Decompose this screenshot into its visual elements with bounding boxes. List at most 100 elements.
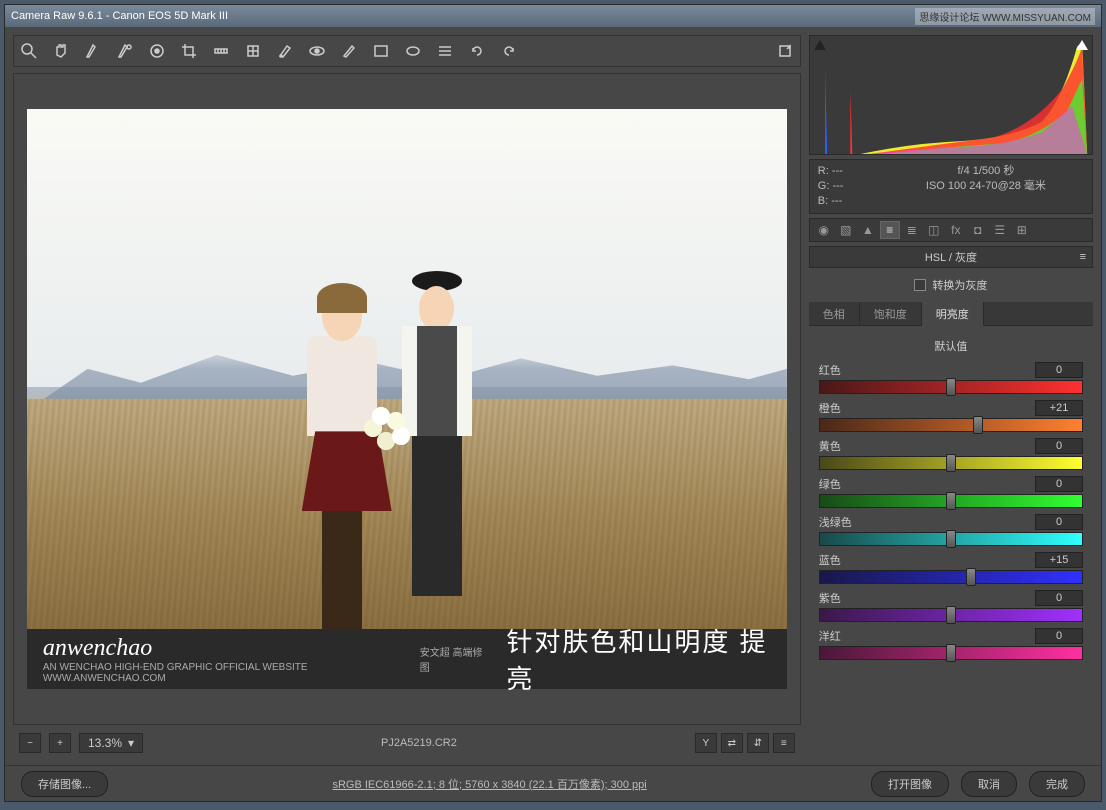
tab-hsl-icon[interactable]: ≡ <box>880 221 900 239</box>
tab-curve-icon[interactable]: ▧ <box>836 221 856 239</box>
slider-label-blue: 蓝色 <box>819 552 841 568</box>
tab-presets-icon[interactable]: ☰ <box>990 221 1010 239</box>
slider-row-yellow: 黄色0 <box>819 438 1083 470</box>
photo-footer: anwenchao AN WENCHAO HIGH-END GRAPHIC OF… <box>27 629 787 689</box>
photo-caption: 针对肤色和山明度 提亮 <box>506 622 771 696</box>
slider-thumb-red[interactable] <box>946 378 956 396</box>
zoom-level-dropdown[interactable]: 13.3% ▾ <box>79 733 143 753</box>
photo-logo: anwenchao <box>43 635 400 662</box>
crop-tool-icon[interactable] <box>180 42 198 60</box>
preview-toggle-button[interactable]: Y <box>695 733 717 753</box>
zoom-out-button[interactable]: − <box>19 733 41 753</box>
highlight-clipping-icon[interactable] <box>1076 40 1088 50</box>
slider-value-yellow[interactable]: 0 <box>1035 438 1083 454</box>
slider-value-magenta[interactable]: 0 <box>1035 628 1083 644</box>
zoom-tool-icon[interactable] <box>20 42 38 60</box>
watermark: 思缘设计论坛 WWW.MISSYUAN.COM <box>915 8 1095 25</box>
slider-value-green[interactable]: 0 <box>1035 476 1083 492</box>
filename: PJ2A5219.CR2 <box>381 737 457 749</box>
red-eye-tool-icon[interactable] <box>308 42 326 60</box>
slider-thumb-blue[interactable] <box>966 568 976 586</box>
grayscale-checkbox[interactable] <box>914 279 926 291</box>
slider-row-magenta: 洋红0 <box>819 628 1083 660</box>
slider-track-yellow[interactable] <box>819 456 1083 470</box>
slider-track-orange[interactable] <box>819 418 1083 432</box>
panel-header: HSL / 灰度 ≡ <box>809 246 1093 268</box>
slider-track-red[interactable] <box>819 380 1083 394</box>
slider-value-orange[interactable]: +21 <box>1035 400 1083 416</box>
shadow-clipping-icon[interactable] <box>814 40 826 50</box>
targeted-adjustment-tool-icon[interactable] <box>148 42 166 60</box>
adjustment-brush-tool-icon[interactable] <box>340 42 358 60</box>
b-value: B: --- <box>818 194 888 209</box>
hand-tool-icon[interactable] <box>52 42 70 60</box>
photo-logo-cn: 安文超 高端修图 <box>420 644 487 674</box>
sub-tab-hue[interactable]: 色相 <box>809 302 860 325</box>
slider-value-purple[interactable]: 0 <box>1035 590 1083 606</box>
slider-track-aqua[interactable] <box>819 532 1083 546</box>
window-title: Camera Raw 9.6.1 - Canon EOS 5D Mark III <box>11 10 228 22</box>
rotate-left-icon[interactable] <box>468 42 486 60</box>
slider-thumb-purple[interactable] <box>946 606 956 624</box>
preferences-icon[interactable] <box>436 42 454 60</box>
exif-aperture: f/4 1/500 秒 <box>888 164 1084 179</box>
slider-track-green[interactable] <box>819 494 1083 508</box>
image-preview[interactable]: anwenchao AN WENCHAO HIGH-END GRAPHIC OF… <box>13 73 801 725</box>
slider-thumb-yellow[interactable] <box>946 454 956 472</box>
white-balance-tool-icon[interactable] <box>84 42 102 60</box>
toolbar <box>13 35 801 67</box>
slider-thumb-magenta[interactable] <box>946 644 956 662</box>
tab-camera-icon[interactable]: ◘ <box>968 221 988 239</box>
chevron-down-icon: ▾ <box>128 736 134 750</box>
swap-button[interactable]: ⇵ <box>747 733 769 753</box>
slider-row-blue: 蓝色 +15 <box>819 552 1083 584</box>
tab-lens-icon[interactable]: ◫ <box>924 221 944 239</box>
tab-split-icon[interactable]: ≣ <box>902 221 922 239</box>
graduated-filter-tool-icon[interactable] <box>372 42 390 60</box>
slider-row-aqua: 浅绿色0 <box>819 514 1083 546</box>
slider-value-blue[interactable]: +15 <box>1035 552 1083 568</box>
workflow-options-link[interactable]: sRGB IEC61966-2.1; 8 位; 5760 x 3840 (22.… <box>120 776 859 792</box>
spot-removal-tool-icon[interactable] <box>276 42 294 60</box>
slider-label-purple: 紫色 <box>819 590 841 606</box>
slider-thumb-green[interactable] <box>946 492 956 510</box>
slider-track-blue[interactable] <box>819 570 1083 584</box>
slider-thumb-aqua[interactable] <box>946 530 956 548</box>
sub-tab-saturation[interactable]: 饱和度 <box>860 302 922 325</box>
tab-snapshots-icon[interactable]: ⊞ <box>1012 221 1032 239</box>
slider-value-aqua[interactable]: 0 <box>1035 514 1083 530</box>
settings-button[interactable]: ≡ <box>773 733 795 753</box>
transform-tool-icon[interactable] <box>244 42 262 60</box>
g-value: G: --- <box>818 179 888 194</box>
tab-basic-icon[interactable]: ◉ <box>814 221 834 239</box>
histogram[interactable] <box>809 35 1093 155</box>
straighten-tool-icon[interactable] <box>212 42 230 60</box>
preview-bottom-bar: − + 13.3% ▾ PJ2A5219.CR2 Y ⇄ ⇵ ≡ <box>13 729 801 757</box>
cancel-button[interactable]: 取消 <box>961 771 1017 797</box>
save-image-button[interactable]: 存储图像... <box>21 771 108 797</box>
hsl-sub-tabs: 色相 饱和度 明亮度 <box>809 302 1093 326</box>
slider-thumb-orange[interactable] <box>973 416 983 434</box>
slider-track-magenta[interactable] <box>819 646 1083 660</box>
grayscale-label: 转换为灰度 <box>932 277 987 293</box>
done-button[interactable]: 完成 <box>1029 771 1085 797</box>
slider-row-green: 绿色0 <box>819 476 1083 508</box>
sub-tab-luminance[interactable]: 明亮度 <box>922 302 984 326</box>
zoom-in-button[interactable]: + <box>49 733 71 753</box>
slider-track-purple[interactable] <box>819 608 1083 622</box>
titlebar: Camera Raw 9.6.1 - Canon EOS 5D Mark III… <box>5 5 1101 27</box>
photo-logo-sub: AN WENCHAO HIGH-END GRAPHIC OFFICIAL WEB… <box>43 662 400 684</box>
panel-tab-strip: ◉ ▧ ▲ ≡ ≣ ◫ fx ◘ ☰ ⊞ <box>809 218 1093 242</box>
footer: 存储图像... sRGB IEC61966-2.1; 8 位; 5760 x 3… <box>5 765 1101 801</box>
color-sampler-tool-icon[interactable] <box>116 42 134 60</box>
radial-filter-tool-icon[interactable] <box>404 42 422 60</box>
before-after-button[interactable]: ⇄ <box>721 733 743 753</box>
mark-for-delete-icon[interactable] <box>776 42 794 60</box>
panel-menu-icon[interactable]: ≡ <box>1080 251 1086 263</box>
tab-detail-icon[interactable]: ▲ <box>858 221 878 239</box>
open-image-button[interactable]: 打开图像 <box>871 771 949 797</box>
tab-fx-icon[interactable]: fx <box>946 221 966 239</box>
slider-value-red[interactable]: 0 <box>1035 362 1083 378</box>
rotate-right-icon[interactable] <box>500 42 518 60</box>
exif-iso: ISO 100 24-70@28 毫米 <box>888 179 1084 194</box>
